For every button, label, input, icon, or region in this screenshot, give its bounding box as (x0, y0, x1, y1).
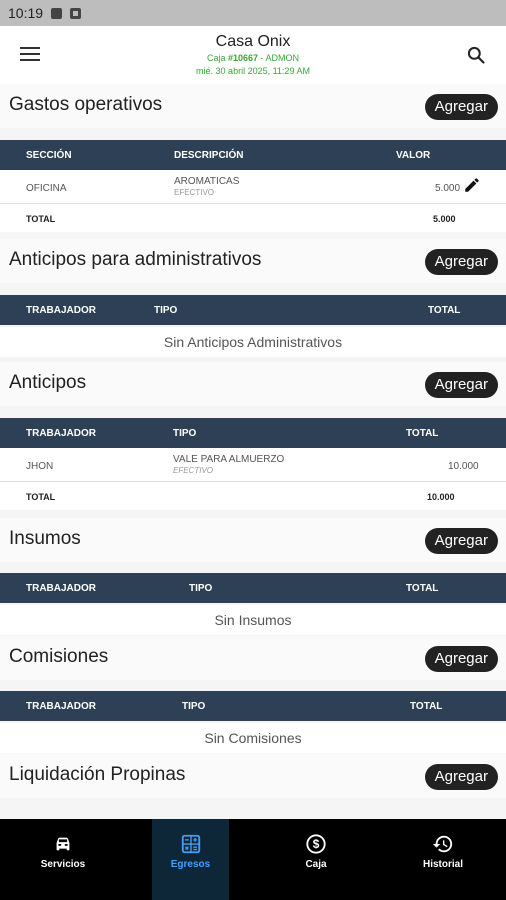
empty-message: Sin Comisiones (0, 723, 506, 753)
column-header: TRABAJADOR (26, 701, 96, 712)
table-total-row: TOTAL 10.000 (0, 482, 506, 510)
add-anticipo-button[interactable]: Agregar (424, 372, 498, 398)
total-value: 5.000 (433, 214, 456, 224)
table-total-row: TOTAL 5.000 (0, 204, 506, 232)
table-header: TRABAJADOR TIPO TOTAL (0, 295, 506, 325)
cell-valor: 5.000 (435, 183, 461, 194)
nav-label: Egresos (170, 859, 211, 870)
section-liquidacion-propinas: Liquidación Propinas Agregar (0, 754, 506, 798)
column-header: TRABAJADOR (26, 583, 96, 594)
section-title: Comisiones (9, 646, 109, 667)
table-header: SECCIÓN DESCRIPCIÓN VALOR (0, 140, 506, 170)
status-time: 10:19 (8, 5, 44, 21)
column-header: TOTAL (428, 305, 461, 316)
section-title: Gastos operativos (9, 94, 163, 115)
page-title: Casa Onix (215, 33, 291, 50)
nav-label: Servicios (40, 859, 86, 870)
section-insumos: Insumos Agregar (0, 518, 506, 562)
column-header: TOTAL (406, 583, 439, 594)
table-header: TRABAJADOR TIPO TOTAL (0, 418, 506, 448)
section-anticipos-administrativos: Anticipos para administrativos Agregar (0, 239, 506, 283)
add-anticipo-admin-button[interactable]: Agregar (424, 249, 498, 275)
cell-payment-method: EFECTIVO (173, 466, 214, 475)
cell-payment-method: EFECTIVO (174, 188, 215, 197)
add-gasto-button[interactable]: Agregar (424, 94, 498, 120)
table-row[interactable]: JHON VALE PARA ALMUERZO EFECTIVO 10.000 (0, 448, 506, 482)
nav-label: Caja (305, 859, 327, 870)
column-header: TIPO (189, 583, 213, 594)
section-comisiones: Comisiones Agregar (0, 636, 506, 680)
bottom-navigation: Servicios Egresos $ Caja Historial (0, 819, 506, 900)
cash-register-info: Caja #10667 - ADMON (0, 53, 506, 63)
register-prefix: Caja (206, 53, 228, 63)
nav-item-caja[interactable]: $ Caja (253, 819, 379, 900)
history-icon (432, 835, 453, 853)
expenses-content: Gastos operativos Agregar SECCIÓN DESCRI… (0, 84, 506, 819)
column-header: DESCRIPCIÓN (174, 150, 244, 161)
column-header: TIPO (173, 428, 197, 439)
table-header: TRABAJADOR TIPO TOTAL (0, 691, 506, 721)
add-propina-button[interactable]: Agregar (424, 764, 498, 790)
column-header: SECCIÓN (26, 150, 72, 161)
section-gastos-operativos: Gastos operativos Agregar (0, 84, 506, 128)
edit-icon[interactable] (463, 176, 481, 194)
add-insumo-button[interactable]: Agregar (424, 528, 498, 554)
calculator-icon (181, 834, 200, 854)
register-role: - ADMON (258, 53, 300, 63)
search-icon[interactable] (466, 45, 486, 65)
status-bar: 10:19 (0, 0, 506, 26)
section-title: Liquidación Propinas (9, 764, 186, 785)
total-label: TOTAL (26, 214, 56, 224)
total-label: TOTAL (26, 492, 56, 502)
cell-descripcion: AROMATICAS (174, 176, 240, 187)
dollar-icon: $ (306, 834, 326, 854)
svg-text:$: $ (313, 837, 320, 851)
table-row[interactable]: OFICINA AROMATICAS EFECTIVO 5.000 (0, 170, 506, 204)
current-date: mié. 30 abril 2025, 11:29 AM (196, 66, 310, 76)
column-header: TRABAJADOR (26, 428, 96, 439)
nav-label: Historial (422, 859, 463, 870)
column-header: TOTAL (410, 701, 443, 712)
nav-item-egresos[interactable]: Egresos (152, 819, 229, 900)
add-comision-button[interactable]: Agregar (424, 646, 498, 672)
section-title: Anticipos para administrativos (9, 249, 262, 270)
column-header: VALOR (396, 150, 431, 161)
table-header: TRABAJADOR TIPO TOTAL (0, 573, 506, 603)
app-notification-icon (70, 7, 82, 19)
total-value: 10.000 (427, 492, 455, 502)
cell-tipo: VALE PARA ALMUERZO (173, 454, 285, 465)
nav-item-historial[interactable]: Historial (380, 819, 506, 900)
column-header: TOTAL (406, 428, 439, 439)
app-bar: Casa Onix Caja #10667 - ADMON mié. 30 ab… (0, 26, 506, 84)
empty-message: Sin Insumos (0, 605, 506, 635)
column-header: TIPO (154, 305, 178, 316)
car-icon (56, 837, 70, 851)
cell-trabajador: JHON (26, 461, 54, 472)
column-header: TRABAJADOR (26, 305, 96, 316)
register-number: #10667 (227, 53, 259, 63)
section-title: Anticipos (9, 372, 87, 393)
empty-message: Sin Anticipos Administrativos (0, 327, 506, 357)
column-header: TIPO (182, 701, 206, 712)
cell-total: 10.000 (448, 461, 479, 472)
section-anticipos: Anticipos Agregar (0, 362, 506, 406)
section-title: Insumos (9, 528, 81, 549)
cell-seccion: OFICINA (26, 183, 67, 194)
image-notification-icon (51, 7, 63, 19)
nav-item-servicios[interactable]: Servicios (0, 819, 126, 900)
